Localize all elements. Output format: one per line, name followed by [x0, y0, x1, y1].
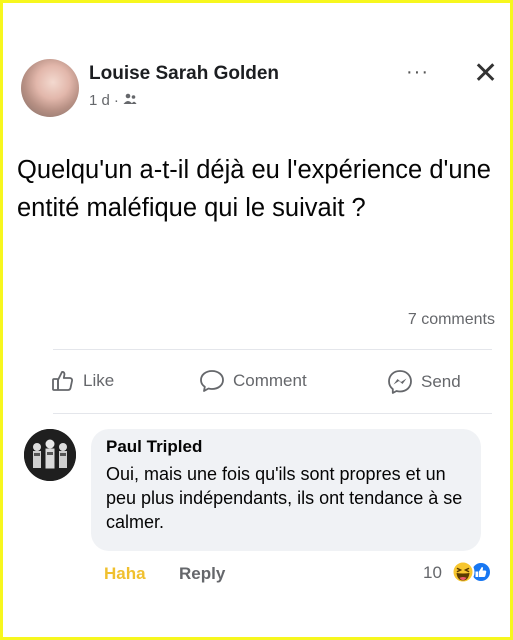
author-avatar[interactable] — [21, 59, 79, 117]
more-options-button[interactable]: ··· — [406, 61, 429, 84]
comment-button[interactable]: Comment — [199, 369, 307, 393]
reaction-count[interactable]: 10 — [423, 563, 442, 583]
friends-icon — [123, 92, 137, 109]
close-button[interactable]: ✕ — [473, 59, 498, 89]
thumbs-up-icon — [51, 369, 75, 393]
post-meta: 1 d · — [89, 92, 137, 109]
haha-reaction-button[interactable]: Haha — [104, 564, 146, 584]
comments-count[interactable]: 7 comments — [408, 311, 495, 329]
like-label: Like — [83, 371, 115, 390]
messenger-icon — [387, 369, 413, 395]
divider — [53, 413, 492, 414]
commenter-avatar[interactable] — [24, 429, 76, 481]
reply-button[interactable]: Reply — [179, 564, 225, 584]
meta-separator: · — [113, 92, 119, 109]
send-button[interactable]: Send — [387, 369, 461, 395]
post-card: Louise Sarah Golden 1 d · ··· ✕ Quelqu'u… — [3, 3, 510, 637]
post-time[interactable]: 1 d — [89, 92, 110, 109]
like-button[interactable]: Like — [51, 369, 114, 393]
speech-bubble-icon — [199, 369, 225, 393]
send-label: Send — [421, 372, 461, 391]
post-text: Quelqu'un a-t-il déjà eu l'expérience d'… — [17, 156, 491, 222]
comment-label: Comment — [233, 371, 307, 390]
reaction-icons[interactable] — [450, 560, 496, 584]
divider — [53, 349, 492, 350]
post-author-name[interactable]: Louise Sarah Golden — [89, 63, 279, 85]
comment-author-name[interactable]: Paul Tripled — [106, 437, 202, 457]
haha-emoji-icon — [451, 560, 475, 584]
comment-text: Oui, mais une fois qu'ils sont propres e… — [106, 464, 463, 532]
